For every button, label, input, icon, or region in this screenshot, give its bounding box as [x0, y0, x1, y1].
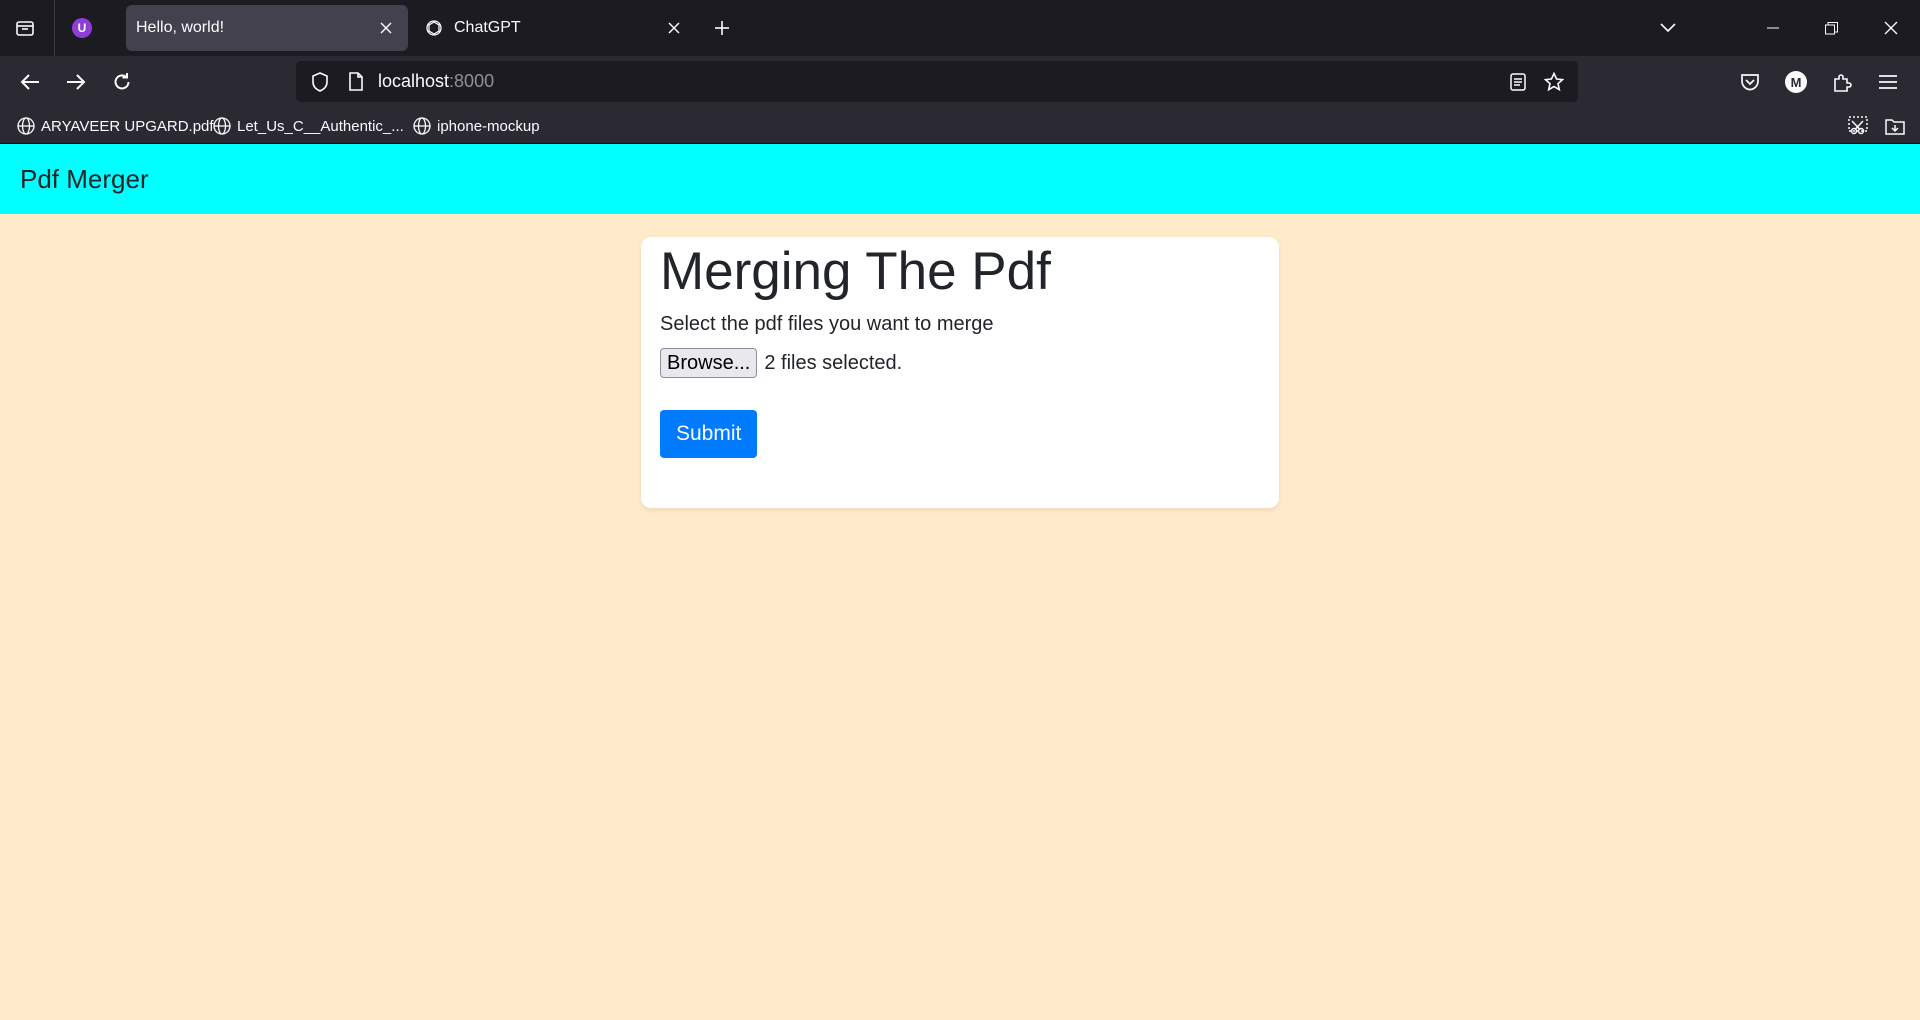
reload-icon	[114, 73, 130, 90]
merge-card: Merging The Pdf Select the pdf files you…	[641, 237, 1279, 508]
file-input[interactable]: Browse... 2 files selected.	[660, 348, 1260, 378]
tab-close-button[interactable]	[374, 16, 398, 40]
bookmark-label: iphone-mockup	[437, 117, 540, 135]
arrow-right-icon	[67, 74, 86, 90]
tab-title: Hello, world!	[136, 19, 225, 36]
chatgpt-icon	[424, 18, 444, 38]
browse-button[interactable]: Browse...	[660, 348, 758, 378]
restore-button[interactable]	[1808, 4, 1854, 52]
globe-icon	[16, 116, 36, 136]
menu-button[interactable]	[1869, 63, 1907, 101]
pocket-button[interactable]	[1731, 63, 1769, 101]
list-all-tabs-button[interactable]	[1648, 8, 1688, 48]
tab-title: ChatGPT	[454, 19, 521, 36]
firefox-view-button[interactable]	[4, 8, 46, 48]
bookmark-star-icon[interactable]	[1536, 64, 1572, 100]
minimize-icon	[1767, 27, 1779, 29]
bookmark-item[interactable]: iphone-mockup	[412, 113, 540, 139]
account-avatar: M	[1785, 71, 1807, 93]
navigation-toolbar: localhost:8000 M	[0, 56, 1920, 107]
tab-hello-world[interactable]: Hello, world!	[126, 5, 408, 51]
close-icon	[1884, 21, 1898, 35]
url-bar[interactable]: localhost:8000	[296, 61, 1578, 102]
reader-view-icon[interactable]	[1500, 64, 1536, 100]
reload-button[interactable]	[103, 63, 141, 101]
arrow-left-icon	[20, 74, 39, 90]
restore-icon	[1824, 21, 1838, 34]
minimize-button[interactable]	[1750, 4, 1796, 52]
globe-icon	[212, 116, 232, 136]
chevron-down-icon	[1660, 23, 1676, 33]
url-port: :8000	[449, 71, 495, 91]
url-text[interactable]: localhost:8000	[374, 71, 1500, 92]
shield-icon[interactable]	[302, 64, 338, 100]
tab-close-button[interactable]	[662, 16, 686, 40]
bookmark-item[interactable]: Let_Us_C__Authentic_...	[212, 113, 404, 139]
pocket-icon	[1741, 74, 1759, 91]
extension-badge-icon: U	[72, 18, 92, 38]
window-close-button[interactable]	[1866, 4, 1916, 52]
submit-button[interactable]: Submit	[660, 410, 758, 458]
forward-button[interactable]	[57, 63, 95, 101]
bookmark-label: ARYAVEER UPGARD.pdf	[41, 117, 214, 135]
brand-link[interactable]: Pdf Merger	[20, 164, 149, 195]
page-title: Merging The Pdf	[660, 242, 1051, 301]
hamburger-menu-icon	[1879, 75, 1897, 89]
close-icon	[668, 22, 680, 34]
back-button[interactable]	[11, 63, 49, 101]
tab-strip: U Hello, world! ChatGPT	[0, 0, 1920, 56]
file-status-text: 2 files selected.	[764, 351, 903, 374]
globe-icon	[412, 116, 432, 136]
new-tab-button[interactable]	[704, 10, 740, 46]
page-navbar: Pdf Merger	[0, 144, 1920, 214]
tab-chatgpt[interactable]: ChatGPT	[414, 5, 696, 51]
page-icon[interactable]	[338, 64, 374, 100]
bookmark-item[interactable]: ARYAVEER UPGARD.pdf	[16, 113, 214, 139]
close-icon	[380, 22, 392, 34]
tab-separator	[54, 0, 55, 56]
instruction-text: Select the pdf files you want to merge	[660, 313, 994, 335]
firefox-view-icon	[16, 21, 34, 36]
bookmarks-toolbar: ARYAVEER UPGARD.pdf Let_Us_C__Authentic_…	[0, 107, 1920, 144]
other-bookmarks-button[interactable]	[1880, 112, 1910, 140]
bookmark-label: Let_Us_C__Authentic_...	[237, 117, 404, 135]
extensions-button[interactable]	[1823, 63, 1861, 101]
screenshot-button[interactable]	[1843, 112, 1873, 140]
scissors-icon	[1848, 116, 1868, 135]
plus-icon	[715, 21, 729, 35]
pinned-tab[interactable]: U	[64, 8, 100, 48]
folder-icon	[1885, 119, 1905, 135]
url-host: localhost	[378, 71, 450, 91]
account-button[interactable]: M	[1777, 63, 1815, 101]
puzzle-icon	[1834, 74, 1852, 92]
